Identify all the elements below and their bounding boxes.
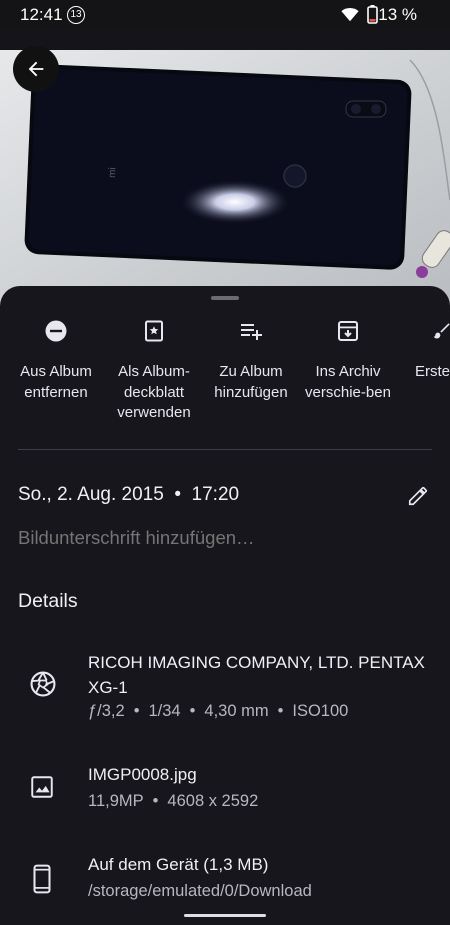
info-sheet: Aus Album entfernen Als Album-deckblatt … — [0, 286, 450, 925]
playlist-add-icon — [241, 324, 262, 340]
back-button[interactable] — [13, 46, 59, 92]
remove-from-album-button[interactable]: Aus Album entfernen — [4, 318, 108, 403]
image-icon — [31, 776, 53, 798]
aperture-icon — [30, 671, 56, 697]
aperture-value: ƒ/3,2 — [88, 702, 125, 720]
action-label: Als Album-deckblatt verwenden — [117, 363, 191, 421]
brush-icon — [433, 323, 450, 339]
battery-percent: 13 % — [378, 5, 417, 24]
storage-location: Auf dem Gerät (1,3 MB) — [88, 855, 269, 874]
focal-length-value: 4,30 mm — [204, 702, 269, 720]
photo-viewer[interactable]: mi — [0, 50, 450, 310]
storage-details-row: Auf dem Gerät (1,3 MB) /storage/emulated… — [0, 852, 450, 912]
action-label: Zu Album hinzufügen — [214, 363, 288, 401]
edit-icon[interactable] — [407, 485, 429, 507]
arrow-back-icon — [28, 61, 44, 77]
file-details-row: IMGP0008.jpg 11,9MP • 4608 x 2592 — [0, 762, 450, 822]
divider — [18, 449, 432, 450]
resolution: 4608 x 2592 — [167, 792, 259, 810]
set-album-cover-button[interactable]: Als Album-deckblatt verwenden — [102, 318, 206, 424]
file-name: IMGP0008.jpg — [88, 765, 197, 784]
archive-button[interactable]: Ins Archiv verschie-ben — [296, 318, 400, 403]
date-time[interactable]: So., 2. Aug. 2015 • 17:20 — [18, 484, 239, 506]
drag-handle[interactable] — [211, 296, 239, 300]
iso-value: ISO100 — [292, 702, 349, 720]
camera-model: RICOH IMAGING COMPANY, LTD. PENTAX XG-1 — [88, 653, 425, 697]
add-to-album-button[interactable]: Zu Album hinzufügen — [199, 318, 303, 403]
archive-icon — [338, 321, 358, 341]
create-button[interactable]: Erste — [394, 318, 450, 383]
battery-icon — [367, 5, 378, 24]
wifi-icon — [341, 8, 359, 22]
star-frame-icon — [145, 320, 163, 342]
remove-circle-icon — [45, 320, 67, 342]
camera-details-row: RICOH IMAGING COMPANY, LTD. PENTAX XG-1 … — [0, 650, 450, 730]
notification-count-badge: 13 — [67, 6, 85, 24]
phone-icon — [33, 864, 51, 894]
home-indicator[interactable] — [184, 914, 266, 917]
shutter-value: 1/34 — [148, 702, 181, 720]
photo-image: mi — [0, 50, 450, 310]
action-label: Aus Album entfernen — [20, 363, 92, 401]
status-time: 12:41 — [20, 5, 63, 24]
exif-line: ƒ/3,2 • 1/34 • 4,30 mm • ISO100 — [88, 702, 349, 720]
caption-input[interactable] — [18, 527, 378, 549]
file-path: /storage/emulated/0/Download — [88, 882, 312, 900]
details-heading: Details — [18, 590, 78, 612]
svg-text:mi: mi — [107, 167, 118, 178]
actions-row: Aus Album entfernen Als Album-deckblatt … — [0, 318, 450, 428]
megapixels: 11,9MP — [88, 792, 144, 810]
file-meta: 11,9MP • 4608 x 2592 — [88, 792, 259, 810]
action-label: Erste — [415, 363, 450, 380]
action-label: Ins Archiv verschie-ben — [305, 363, 391, 401]
status-bar: 12:41 13 13 % — [0, 0, 450, 30]
